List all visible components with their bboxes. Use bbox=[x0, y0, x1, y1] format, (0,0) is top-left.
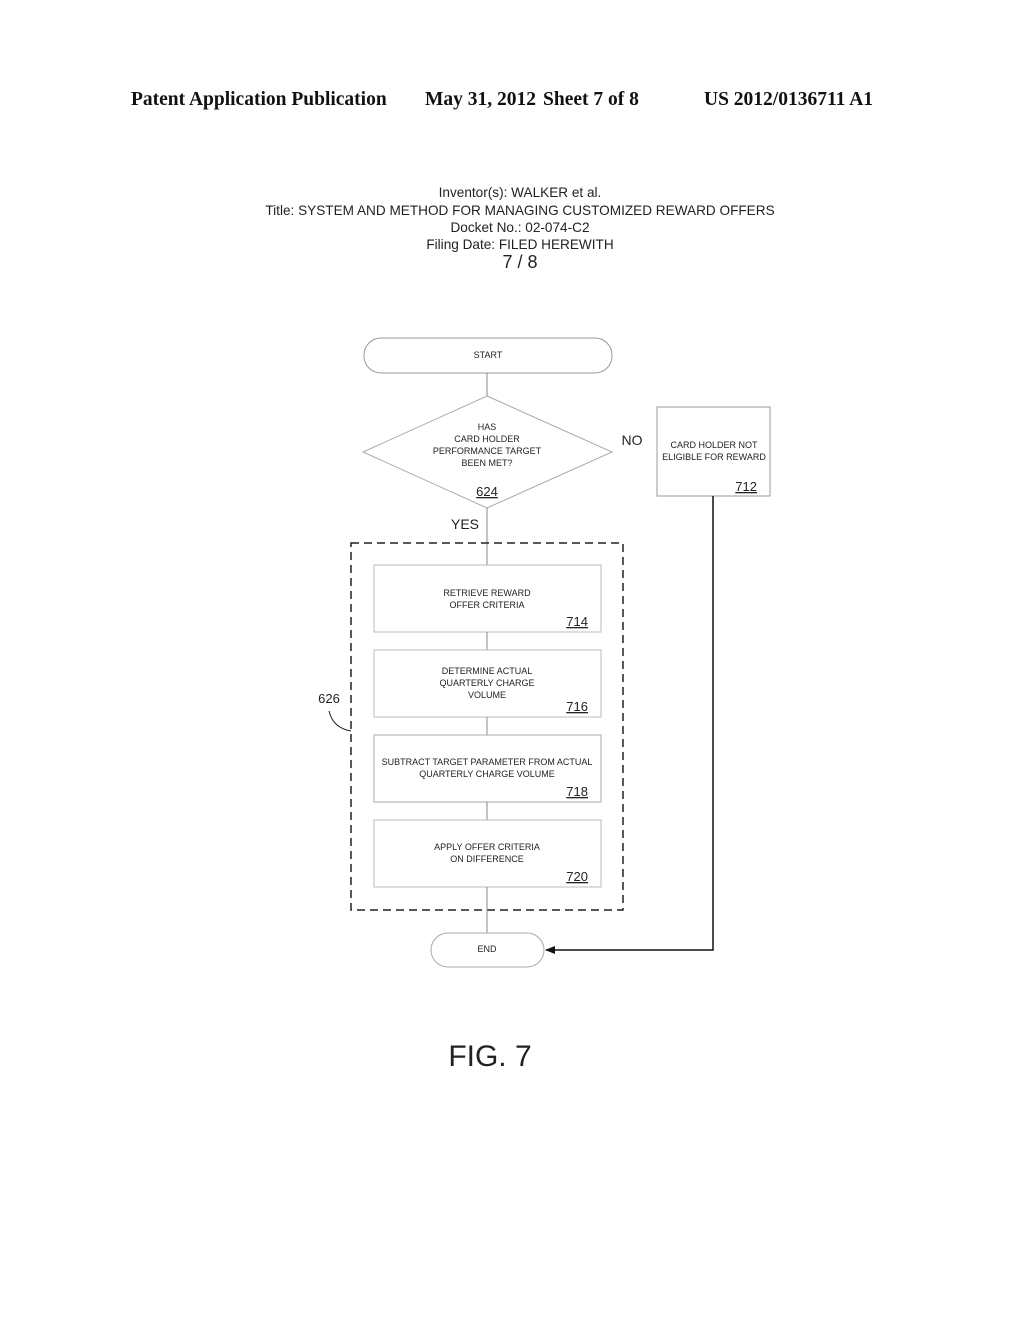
step-716-ref: 716 bbox=[566, 699, 588, 714]
step-box-720: APPLY OFFER CRITERIA ON DIFFERENCE 720 bbox=[373, 819, 602, 888]
no-label: NO bbox=[622, 432, 643, 448]
decision-diamond: HAS CARD HOLDER PERFORMANCE TARGET BEEN … bbox=[361, 395, 614, 509]
step-box-716: DETERMINE ACTUAL QUARTERLY CHARGE VOLUME… bbox=[373, 649, 602, 718]
step-720-line-2: ON DIFFERENCE bbox=[450, 854, 524, 864]
decision-line-3: PERFORMANCE TARGET bbox=[433, 446, 542, 456]
step-720-line-1: APPLY OFFER CRITERIA bbox=[434, 842, 540, 852]
not-eligible-line-1: CARD HOLDER NOT bbox=[670, 440, 758, 450]
step-716-line-2: QUARTERLY CHARGE bbox=[439, 678, 534, 688]
decision-line-1: HAS bbox=[478, 422, 497, 432]
end-terminator: END bbox=[430, 932, 545, 968]
not-eligible-line-2: ELIGIBLE FOR REWARD bbox=[662, 452, 766, 462]
step-718-line-2: QUARTERLY CHARGE VOLUME bbox=[419, 769, 555, 779]
step-718-ref: 718 bbox=[566, 784, 588, 799]
not-eligible-ref: 712 bbox=[735, 479, 757, 494]
process-group-leader bbox=[328, 710, 352, 732]
end-label: END bbox=[477, 944, 497, 954]
step-box-718: SUBTRACT TARGET PARAMETER FROM ACTUAL QU… bbox=[373, 734, 602, 803]
start-terminator: START bbox=[363, 337, 613, 374]
decision-line-4: BEEN MET? bbox=[461, 458, 512, 468]
start-label: START bbox=[474, 350, 503, 360]
step-718-line-1: SUBTRACT TARGET PARAMETER FROM ACTUAL bbox=[382, 757, 593, 767]
decision-ref: 624 bbox=[476, 484, 498, 499]
figure-label: FIG. 7 bbox=[448, 1040, 532, 1073]
step-716-line-1: DETERMINE ACTUAL bbox=[442, 666, 533, 676]
step-720-ref: 720 bbox=[566, 869, 588, 884]
step-714-line-2: OFFER CRITERIA bbox=[449, 600, 524, 610]
step-box-714: RETRIEVE REWARD OFFER CRITERIA 714 bbox=[373, 564, 602, 633]
step-716-line-3: VOLUME bbox=[468, 690, 506, 700]
step-714-ref: 714 bbox=[566, 614, 588, 629]
decision-line-2: CARD HOLDER bbox=[454, 434, 520, 444]
process-group-ref: 626 bbox=[318, 691, 340, 706]
step-714-line-1: RETRIEVE REWARD bbox=[443, 588, 531, 598]
not-eligible-box: CARD HOLDER NOT ELIGIBLE FOR REWARD 712 bbox=[656, 406, 771, 497]
yes-label: YES bbox=[451, 516, 479, 532]
flowchart: START HAS CARD HOLDER PERFORMANCE TARGET… bbox=[318, 337, 771, 968]
